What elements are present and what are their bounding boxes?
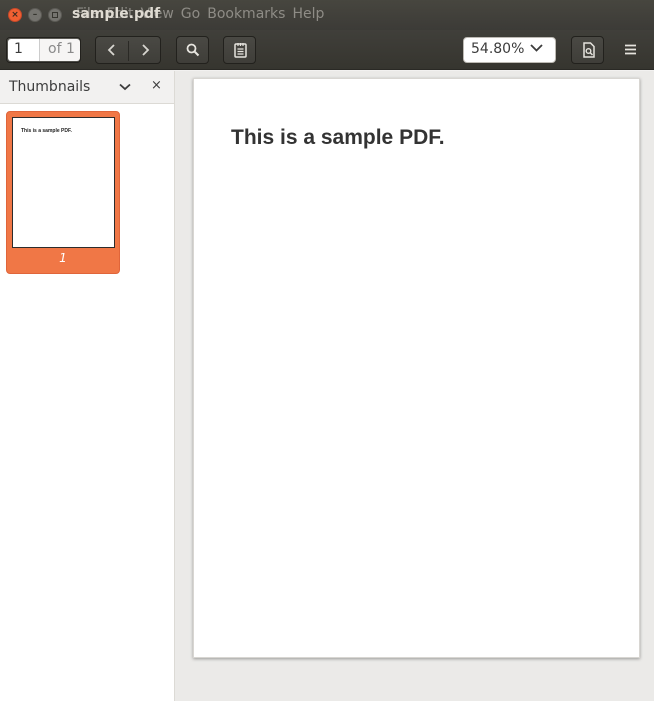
next-page-button[interactable] xyxy=(129,37,161,63)
zoom-value: 54.80% xyxy=(471,41,525,57)
sidebar: Thumbnails × This is a sample PDF. 1 xyxy=(0,71,175,701)
previous-page-button[interactable] xyxy=(96,37,128,63)
thumbnail-page-preview: This is a sample PDF. xyxy=(12,117,115,248)
thumbnail-preview-text: This is a sample PDF. xyxy=(21,128,72,134)
document-view[interactable]: This is a sample PDF. xyxy=(175,71,654,701)
hamburger-menu-icon xyxy=(625,44,636,55)
search-icon xyxy=(186,43,200,57)
toolbar: 1 of 1 54.80% xyxy=(0,30,654,70)
maximize-window-button[interactable] xyxy=(48,8,62,22)
current-page-input[interactable]: 1 xyxy=(8,39,39,61)
window-title: sample.pdf xyxy=(72,6,161,22)
document-properties-icon xyxy=(583,42,595,58)
document-properties-button[interactable] xyxy=(571,36,604,64)
title-bar: × – File Edit View Go Bookmarks Help sample.p… xyxy=(0,0,654,30)
close-sidebar-button[interactable]: × xyxy=(151,78,162,93)
menu-help[interactable]: Help xyxy=(292,6,324,22)
annotations-icon xyxy=(234,43,247,58)
close-icon: × xyxy=(11,9,19,20)
maximize-icon xyxy=(52,12,58,18)
annotations-button[interactable] xyxy=(223,36,256,64)
close-window-button[interactable]: × xyxy=(8,8,22,22)
menu-go[interactable]: Go xyxy=(181,6,200,22)
minimize-icon: – xyxy=(32,9,38,20)
pdf-page: This is a sample PDF. xyxy=(193,78,640,658)
chevron-down-icon xyxy=(530,44,543,52)
chevron-left-icon xyxy=(107,44,115,56)
page-selector: 1 of 1 xyxy=(6,37,81,63)
chevron-down-icon[interactable] xyxy=(119,83,131,91)
zoom-select[interactable]: 54.80% xyxy=(463,37,556,63)
menu-bookmarks[interactable]: Bookmarks xyxy=(207,6,285,22)
minimize-window-button[interactable]: – xyxy=(28,8,42,22)
search-button[interactable] xyxy=(176,36,209,64)
sidebar-mode-label[interactable]: Thumbnails xyxy=(9,79,90,95)
page-total-label: of 1 xyxy=(39,39,80,61)
menu-button[interactable] xyxy=(615,36,646,64)
sidebar-header: Thumbnails × xyxy=(0,71,174,104)
chevron-right-icon xyxy=(142,44,150,56)
page-heading: This is a sample PDF. xyxy=(231,126,445,149)
page-navigation xyxy=(95,36,161,64)
thumbnail-page-label: 1 xyxy=(59,251,67,265)
thumbnail-item[interactable]: This is a sample PDF. 1 xyxy=(6,111,120,274)
close-icon: × xyxy=(151,78,162,93)
